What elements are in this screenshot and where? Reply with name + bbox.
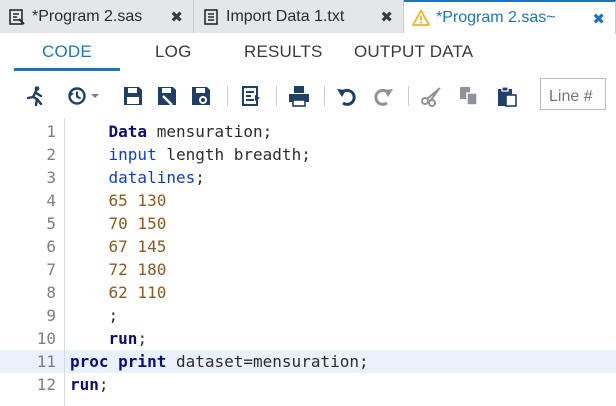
tab-program-2-backup[interactable]: *Program 2.sas~ ✖ <box>404 0 616 34</box>
code-text[interactable]: Data mensuration; <box>70 120 273 143</box>
tab-label: *Program 2.sas <box>32 7 143 25</box>
code-editor[interactable]: 1 Data mensuration; 2 input length breadt… <box>0 118 616 406</box>
line-number: 8 <box>46 283 56 302</box>
close-icon[interactable]: ✖ <box>380 8 393 26</box>
code-token: proc print <box>70 352 167 371</box>
line-number: 4 <box>46 191 56 210</box>
print-icon[interactable] <box>288 85 310 107</box>
format-icon[interactable] <box>240 85 262 107</box>
code-text[interactable]: input length breadth; <box>70 143 311 166</box>
gutter-divider <box>64 118 65 406</box>
paste-icon[interactable] <box>496 85 518 107</box>
tab-program-2[interactable]: *Program 2.sas ✖ <box>0 0 194 33</box>
line-number: 1 <box>46 122 56 141</box>
cut-icon[interactable] <box>420 85 442 107</box>
line-number: 9 <box>46 306 56 325</box>
code-token: datalines <box>108 168 196 187</box>
editor-toolbar <box>0 76 616 114</box>
save-icon[interactable] <box>122 85 144 107</box>
toolbar-divider <box>227 86 228 106</box>
code-line[interactable]: 11 proc print dataset=mensuration; <box>0 350 616 373</box>
line-number: 3 <box>46 168 56 187</box>
line-number: 12 <box>36 375 56 394</box>
code-token: 65 130 <box>108 191 167 210</box>
run-icon[interactable] <box>24 85 46 107</box>
code-line[interactable]: 3 datalines; <box>0 166 616 189</box>
code-token: dataset=mensuration; <box>166 352 369 371</box>
code-line[interactable]: 9 ; <box>0 304 616 327</box>
code-token: run <box>108 329 138 348</box>
code-text[interactable]: ; <box>70 304 119 327</box>
code-line[interactable]: 1 Data mensuration; <box>0 120 616 143</box>
close-icon[interactable]: ✖ <box>592 10 605 28</box>
toolbar-divider <box>324 86 325 106</box>
tab-output-data[interactable]: OUTPUT DATA <box>354 42 473 62</box>
save-as-icon[interactable] <box>156 85 178 107</box>
code-line[interactable]: 8 62 110 <box>0 281 616 304</box>
tab-log[interactable]: LOG <box>155 42 192 62</box>
code-text[interactable]: proc print dataset=mensuration; <box>70 350 369 373</box>
save-to-icon[interactable] <box>190 85 212 107</box>
code-text[interactable]: datalines; <box>70 166 205 189</box>
code-text[interactable]: 62 110 <box>70 281 167 304</box>
code-text[interactable]: 70 150 <box>70 212 167 235</box>
code-text[interactable]: run; <box>70 327 148 350</box>
code-text[interactable]: 65 130 <box>70 189 167 212</box>
copy-icon[interactable] <box>458 85 480 107</box>
line-number-input[interactable] <box>540 78 606 110</box>
line-number: 2 <box>46 145 56 164</box>
code-line[interactable]: 5 70 150 <box>0 212 616 235</box>
code-token: ; <box>195 168 205 187</box>
code-line[interactable]: 10 run; <box>0 327 616 350</box>
line-number: 10 <box>36 329 56 348</box>
tab-code[interactable]: CODE <box>42 42 92 62</box>
code-line[interactable]: 4 65 130 <box>0 189 616 212</box>
code-token: ; <box>137 329 148 348</box>
line-number: 11 <box>36 352 56 371</box>
tab-results[interactable]: RESULTS <box>244 42 323 62</box>
line-number: 5 <box>46 214 56 233</box>
code-line[interactable]: 7 72 180 <box>0 258 616 281</box>
code-token: 72 180 <box>108 260 167 279</box>
tab-label: *Program 2.sas~ <box>436 9 556 26</box>
code-token: run <box>70 375 99 394</box>
active-tab-indicator <box>14 68 120 71</box>
redo-icon[interactable] <box>372 85 394 107</box>
file-tab-bar: *Program 2.sas ✖ Import Data 1.txt ✖ *Pr… <box>0 0 616 34</box>
line-number: 6 <box>46 237 56 256</box>
undo-icon[interactable] <box>336 85 358 107</box>
code-token: 67 145 <box>108 237 167 256</box>
code-token: input <box>108 145 157 164</box>
warning-icon <box>412 9 430 27</box>
close-icon[interactable]: ✖ <box>170 8 183 26</box>
code-line[interactable]: 6 67 145 <box>0 235 616 258</box>
tab-import-data-1[interactable]: Import Data 1.txt ✖ <box>194 0 404 33</box>
code-token: 62 110 <box>108 283 167 302</box>
code-token: ; <box>98 375 109 394</box>
line-number: 7 <box>46 260 56 279</box>
code-line[interactable]: 2 input length breadth; <box>0 143 616 166</box>
code-text[interactable]: 67 145 <box>70 235 167 258</box>
document-icon <box>202 8 220 26</box>
code-token: mensuration; <box>147 122 273 141</box>
tab-label: Import Data 1.txt <box>226 7 345 25</box>
code-token: ; <box>108 306 119 325</box>
toolbar-divider <box>408 86 409 106</box>
code-token: length breadth; <box>156 145 311 164</box>
toolbar-divider <box>276 86 277 106</box>
code-token: Data <box>108 122 148 141</box>
program-icon <box>8 8 26 26</box>
code-text[interactable]: run; <box>70 373 109 396</box>
code-line[interactable]: 12 run; <box>0 373 616 396</box>
code-text[interactable]: 72 180 <box>70 258 167 281</box>
code-token: 70 150 <box>108 214 167 233</box>
history-icon[interactable] <box>66 85 100 107</box>
